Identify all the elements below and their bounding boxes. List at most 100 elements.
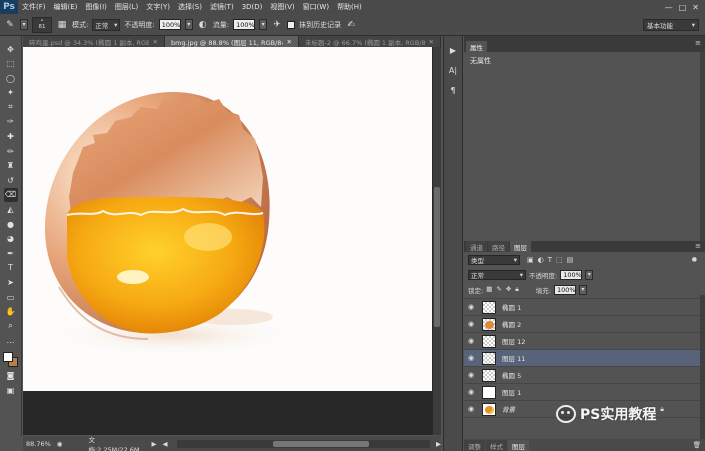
zoom-level[interactable]: 88.76% [26, 440, 51, 448]
lock-pixels-icon[interactable]: ✎ [496, 285, 501, 294]
tab-document-3[interactable]: 未标题-2 @ 66.7% (椭圆 1 副本, RGB/8... ✕ [299, 36, 441, 47]
eraser-tool-icon[interactable]: ⌫ [3, 187, 18, 202]
tab-layers-bottom[interactable]: 图层 [508, 440, 529, 451]
tab-layers[interactable]: 图层 [510, 241, 531, 252]
brush-preset-picker[interactable]: • 81 [32, 16, 52, 33]
layer-opacity-input[interactable]: 100% [560, 269, 583, 280]
menu-image[interactable]: 图像(I) [81, 2, 111, 12]
fill-slider-toggle[interactable]: ▾ [578, 284, 587, 295]
properties-scrollbar[interactable] [700, 52, 705, 241]
minimize-button[interactable]: — [665, 3, 673, 12]
airbrush-icon[interactable]: ✈ [271, 19, 283, 31]
menu-help[interactable]: 帮助(H) [333, 2, 366, 12]
visibility-eye-icon[interactable]: ◉ [464, 371, 478, 379]
visibility-eye-icon[interactable]: ◉ [464, 303, 478, 311]
healing-brush-tool-icon[interactable]: ✚ [4, 130, 18, 144]
paint-bucket-tool-icon[interactable]: ◭ [4, 203, 18, 217]
layer-row[interactable]: ◉ 图层 1 [464, 384, 700, 401]
more-tools-icon[interactable]: … [4, 334, 18, 348]
crop-tool-icon[interactable]: ⌗ [4, 100, 18, 114]
layer-row[interactable]: ◉ 椭圆 2 [464, 316, 700, 333]
erase-to-history-checkbox[interactable] [287, 20, 296, 29]
menu-filter[interactable]: 滤镜(T) [206, 2, 238, 12]
quick-select-tool-icon[interactable]: ✦ [4, 86, 18, 100]
horizontal-scrollbar[interactable] [177, 439, 430, 448]
flow-slider-toggle[interactable]: ▾ [259, 19, 268, 30]
menu-view[interactable]: 视图(V) [266, 2, 298, 12]
scroll-right-icon[interactable]: ▶ [436, 440, 441, 448]
visibility-eye-icon[interactable]: ◉ [464, 337, 478, 345]
path-select-tool-icon[interactable]: ➤ [4, 276, 18, 290]
lock-transparency-icon[interactable]: ▦ [486, 285, 492, 294]
layer-row[interactable]: ◉ 图层 12 [464, 333, 700, 350]
close-icon[interactable]: ✕ [287, 38, 292, 46]
blur-tool-icon[interactable]: ● [4, 217, 18, 231]
zoom-tool-icon[interactable]: ⌕ [4, 319, 18, 333]
eyedropper-tool-icon[interactable]: ✑ [4, 115, 18, 129]
delete-layer-icon[interactable]: 🗑︎ [693, 441, 701, 449]
panel-menu-icon[interactable]: ≡ [695, 39, 701, 47]
shape-tool-icon[interactable]: ▭ [4, 290, 18, 304]
layer-row[interactable]: ◉ 椭圆 5 [464, 367, 700, 384]
panel-menu-icon[interactable]: ≡ [695, 242, 701, 250]
layer-row-selected[interactable]: ◉ 图层 11 [464, 350, 700, 367]
status-menu-arrow-icon[interactable]: ▶ [151, 440, 156, 448]
layer-row[interactable]: ◉ 椭圆 1 [464, 299, 700, 316]
blend-mode-select[interactable]: 正常 ▾ [468, 269, 526, 280]
brush-panel-icon[interactable]: ▦ [56, 19, 68, 31]
layer-opacity-slider-toggle[interactable]: ▾ [585, 269, 594, 280]
opacity-slider-toggle[interactable]: ▾ [184, 19, 193, 30]
menu-file[interactable]: 文件(F) [18, 2, 50, 12]
quick-mask-icon[interactable]: ◙ [4, 368, 18, 382]
play-icon[interactable]: ▶ [447, 44, 459, 56]
type-filter-icon[interactable]: T [548, 256, 552, 264]
maximize-button[interactable]: □ [679, 3, 687, 12]
scroll-thumb[interactable] [273, 440, 370, 447]
paragraph-panel-icon[interactable]: ¶ [447, 84, 459, 96]
menu-type[interactable]: 文字(Y) [142, 2, 174, 12]
history-brush-tool-icon[interactable]: ↺ [4, 173, 18, 187]
close-icon[interactable]: ✕ [429, 38, 434, 46]
image-canvas[interactable] [23, 47, 432, 391]
visibility-eye-icon[interactable]: ◉ [464, 405, 478, 413]
close-button[interactable]: ✕ [692, 3, 699, 12]
scroll-thumb[interactable] [434, 187, 440, 327]
clone-stamp-tool-icon[interactable]: ♜ [4, 159, 18, 173]
menu-edit[interactable]: 编辑(E) [50, 2, 82, 12]
opacity-input[interactable]: 100% [158, 19, 181, 30]
character-panel-icon[interactable]: A| [447, 64, 459, 76]
lock-all-icon[interactable]: 🔒︎ [515, 285, 518, 294]
lasso-tool-icon[interactable]: ◯ [4, 71, 18, 85]
flow-input[interactable]: 100% [233, 19, 256, 30]
close-icon[interactable]: ✕ [153, 38, 158, 46]
tab-styles[interactable]: 样式 [486, 440, 507, 451]
visibility-eye-icon[interactable]: ◉ [464, 388, 478, 396]
eraser-tool-icon[interactable]: ✎ [4, 19, 16, 31]
move-tool-icon[interactable]: ✥ [4, 42, 18, 56]
menu-select[interactable]: 选择(S) [174, 2, 206, 12]
fill-input[interactable]: 100% [553, 284, 576, 295]
tab-properties[interactable]: 属性 [466, 41, 487, 52]
workspace-switcher[interactable]: 基本功能 ▾ [643, 18, 699, 31]
menu-layer[interactable]: 图层(L) [111, 2, 142, 12]
dodge-tool-icon[interactable]: ◕ [4, 232, 18, 246]
tab-document-2[interactable]: bmg.jpg @ 88.8% (图层 11, RGB/8#) * ✕ [165, 36, 299, 47]
pressure-size-icon[interactable]: ✍ [345, 19, 357, 31]
screen-mode-icon[interactable]: ▣ [4, 383, 18, 397]
brush-tool-icon[interactable]: ✏ [4, 144, 18, 158]
type-tool-icon[interactable]: T [4, 261, 18, 275]
scroll-left-icon[interactable]: ◀ [162, 440, 167, 448]
hand-tool-icon[interactable]: ✋ [4, 305, 18, 319]
visibility-eye-icon[interactable]: ◉ [464, 354, 478, 362]
tool-preset-dropdown[interactable]: ▾ [20, 19, 28, 30]
menu-3d[interactable]: 3D(D) [238, 3, 267, 11]
shape-filter-icon[interactable]: ⬚ [556, 256, 563, 264]
vertical-scrollbar[interactable] [433, 47, 441, 435]
marquee-tool-icon[interactable]: ⬚ [4, 57, 18, 71]
pressure-opacity-icon[interactable]: ◐ [197, 19, 209, 31]
lock-position-icon[interactable]: ✥ [506, 285, 511, 294]
tab-adjustments[interactable]: 调整 [464, 440, 485, 451]
pen-tool-icon[interactable]: ✒ [4, 246, 18, 260]
smart-object-filter-icon[interactable]: ▤ [567, 256, 574, 264]
filter-toggle-icon[interactable]: ● [692, 256, 697, 263]
